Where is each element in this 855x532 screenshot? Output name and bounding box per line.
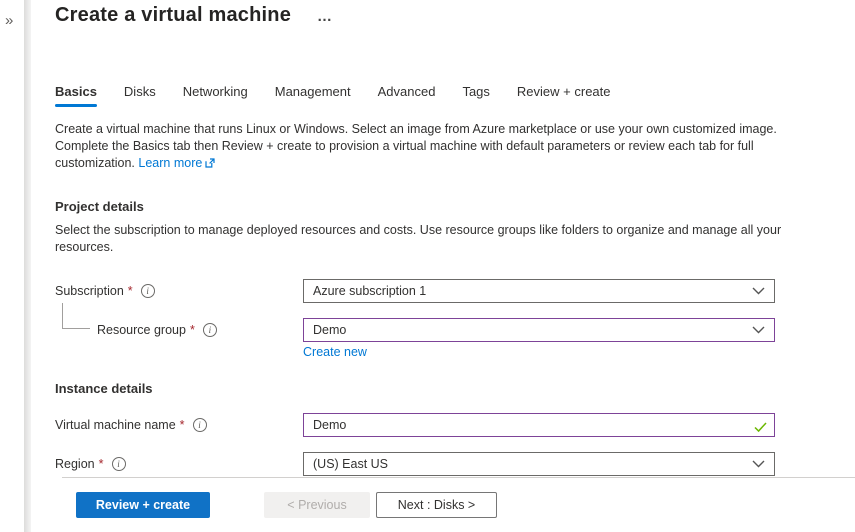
chevron-down-icon	[752, 457, 765, 471]
resource-group-label-group: Resource group * i	[55, 323, 303, 337]
resource-group-value: Demo	[313, 323, 346, 337]
region-row: Region * i (US) East US	[55, 452, 775, 476]
blade-header: Create a virtual machine …	[55, 4, 333, 27]
vm-name-label-group: Virtual machine name * i	[55, 418, 303, 432]
tab-disks[interactable]: Disks	[124, 84, 156, 107]
resource-group-label: Resource group	[97, 323, 186, 337]
vm-name-input-wrap	[303, 413, 775, 437]
learn-more-label: Learn more	[138, 156, 202, 170]
required-asterisk: *	[190, 323, 195, 337]
region-dropdown[interactable]: (US) East US	[303, 452, 775, 476]
vm-name-row: Virtual machine name * i	[55, 413, 775, 437]
previous-button[interactable]: < Previous	[264, 492, 370, 518]
tab-basics[interactable]: Basics	[55, 84, 97, 107]
tab-networking[interactable]: Networking	[183, 84, 248, 107]
external-link-icon	[205, 156, 215, 173]
collapsed-sidebar: »	[0, 0, 24, 532]
region-value: (US) East US	[313, 457, 388, 471]
subscription-dropdown[interactable]: Azure subscription 1	[303, 279, 775, 303]
instance-details-heading: Instance details	[55, 381, 153, 396]
valid-checkmark-icon	[754, 420, 767, 438]
next-disks-button[interactable]: Next : Disks >	[376, 492, 497, 518]
wizard-tabs: Basics Disks Networking Management Advan…	[55, 84, 611, 107]
required-asterisk: *	[180, 418, 185, 432]
resource-group-row: Resource group * i Demo	[55, 318, 775, 342]
project-details-description: Select the subscription to manage deploy…	[55, 222, 782, 256]
info-icon[interactable]: i	[112, 457, 126, 471]
tree-connector-line	[62, 303, 90, 329]
wizard-footer: Review + create < Previous Next : Disks …	[62, 477, 855, 532]
subscription-row: Subscription * i Azure subscription 1	[55, 279, 775, 303]
subscription-label: Subscription	[55, 284, 124, 298]
expand-sidebar-icon[interactable]: »	[5, 12, 13, 29]
required-asterisk: *	[128, 284, 133, 298]
info-icon[interactable]: i	[193, 418, 207, 432]
more-options-icon[interactable]: …	[317, 12, 333, 22]
region-label-group: Region * i	[55, 457, 303, 471]
learn-more-link[interactable]: Learn more	[138, 156, 215, 170]
page-title: Create a virtual machine	[55, 4, 291, 27]
subscription-value: Azure subscription 1	[313, 284, 426, 298]
tab-management[interactable]: Management	[275, 84, 351, 107]
vm-name-input[interactable]	[303, 413, 775, 437]
panel-shadow-divider	[24, 0, 31, 532]
subscription-label-group: Subscription * i	[55, 284, 303, 298]
tab-advanced[interactable]: Advanced	[378, 84, 436, 107]
chevron-down-icon	[752, 323, 765, 337]
blade-content: Create a virtual machine … Basics Disks …	[31, 0, 855, 532]
tab-tags[interactable]: Tags	[462, 84, 489, 107]
region-label: Region	[55, 457, 95, 471]
tab-review-create[interactable]: Review + create	[517, 84, 611, 107]
vm-name-label: Virtual machine name	[55, 418, 176, 432]
create-new-link[interactable]: Create new	[303, 345, 367, 359]
chevron-down-icon	[752, 284, 765, 298]
create-vm-blade: » Create a virtual machine … Basics Disk…	[0, 0, 855, 532]
review-create-button[interactable]: Review + create	[76, 492, 210, 518]
project-details-heading: Project details	[55, 199, 144, 214]
info-icon[interactable]: i	[141, 284, 155, 298]
resource-group-dropdown[interactable]: Demo	[303, 318, 775, 342]
required-asterisk: *	[99, 457, 104, 471]
intro-text: Create a virtual machine that runs Linux…	[55, 121, 782, 173]
info-icon[interactable]: i	[203, 323, 217, 337]
